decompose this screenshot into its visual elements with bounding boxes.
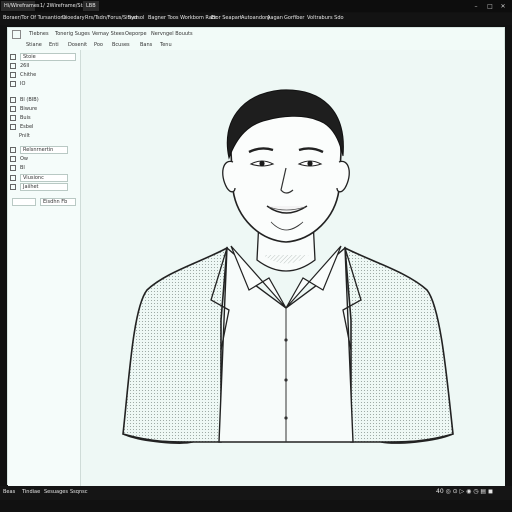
panel-label: Esbel bbox=[20, 123, 34, 130]
ribbon-tab[interactable]: Nervngel Bouuts bbox=[151, 32, 193, 37]
panel-field[interactable]: Eisdhn Fb bbox=[40, 198, 76, 206]
checkbox[interactable] bbox=[10, 97, 16, 103]
menu-item[interactable]: Elor Seapart bbox=[211, 16, 242, 21]
checkbox[interactable] bbox=[10, 81, 16, 87]
checkbox[interactable] bbox=[10, 124, 16, 130]
panel-label: BI bbox=[20, 164, 25, 171]
ribbon-button[interactable]: Bcuses bbox=[112, 43, 130, 48]
panel-label: IO bbox=[20, 80, 26, 87]
ribbon-button[interactable]: Stiane bbox=[26, 43, 42, 48]
panel-row[interactable]: Stoie bbox=[10, 53, 76, 61]
status-item[interactable]: Beas bbox=[3, 490, 15, 495]
panel-field-empty[interactable] bbox=[12, 198, 36, 206]
panel-row[interactable]: Bl (BIB) bbox=[10, 96, 76, 104]
panel-row[interactable]: Jaiihet bbox=[10, 183, 76, 191]
ribbon-button[interactable]: Poo bbox=[94, 43, 103, 48]
ribbon: Tlebnes Tonerig Suges Vemay Stees Oeporp… bbox=[8, 28, 504, 51]
panel-row[interactable]: Chithe bbox=[10, 71, 76, 79]
panel-row[interactable]: 26II bbox=[10, 62, 76, 70]
menu-item[interactable]: Dioedary bbox=[62, 16, 85, 21]
panel-label: Bl (BIB) bbox=[20, 96, 39, 103]
checkbox[interactable] bbox=[10, 184, 16, 190]
tab-wireframes[interactable]: Hi/Wireframes bbox=[1, 1, 40, 11]
status-tool-icons[interactable]: 40 ◎ ⊙ ▷ ◉ ◷ ▤ ◼ bbox=[436, 489, 493, 495]
panel-field[interactable]: Jaiihet bbox=[20, 183, 68, 191]
panel-label: 26II bbox=[20, 62, 30, 69]
panel-label: Pnilt bbox=[19, 132, 30, 139]
panel-field[interactable]: Viusionc bbox=[20, 174, 68, 182]
status-item[interactable]: Ssqnsc bbox=[70, 490, 87, 495]
status-bar: Beas Tindiae Sesuages Ssqnsc 40 ◎ ⊙ ▷ ◉ … bbox=[0, 486, 512, 500]
drawing-canvas[interactable] bbox=[81, 50, 505, 486]
ribbon-tab[interactable]: Vemay Stees bbox=[92, 32, 124, 37]
panel-label: Biwure bbox=[20, 105, 38, 112]
tab-label: LBB bbox=[86, 2, 96, 9]
checkbox[interactable] bbox=[10, 106, 16, 112]
maximize-button[interactable]: □ bbox=[486, 2, 494, 10]
menu-item[interactable]: Gorfiber bbox=[284, 16, 304, 21]
ribbon-button[interactable]: Enti bbox=[49, 43, 59, 48]
menu-item[interactable]: Autoandory bbox=[241, 16, 270, 21]
checkbox[interactable] bbox=[10, 72, 16, 78]
panel-field[interactable]: Relsnrnertin bbox=[20, 146, 68, 154]
checkbox[interactable] bbox=[10, 54, 16, 60]
ribbon-button[interactable]: Bans bbox=[140, 43, 152, 48]
checkbox[interactable] bbox=[10, 63, 16, 69]
panel-bottom-row[interactable]: Eisdhn Fb bbox=[12, 198, 78, 206]
ribbon-button[interactable]: Dosenit bbox=[68, 43, 87, 48]
panel-label: Ow bbox=[20, 155, 29, 162]
panel-label: Chithe bbox=[20, 71, 37, 78]
checkbox[interactable] bbox=[10, 147, 16, 153]
panel-label: Buis bbox=[20, 114, 31, 121]
menu-item[interactable]: Bagner Toos Workbom Rabr bbox=[148, 16, 217, 21]
panel-row[interactable]: Esbel bbox=[10, 123, 76, 131]
properties-panel: Stoie 26II Chithe IO Bl (BIB) Biwure Bui… bbox=[8, 50, 81, 486]
checkbox[interactable] bbox=[10, 115, 16, 121]
panel-row[interactable]: Pnilt bbox=[10, 132, 76, 140]
ribbon-tab[interactable]: Tonerig Suges bbox=[55, 32, 90, 37]
document-icon[interactable] bbox=[12, 30, 21, 39]
tab-wireframe-staire[interactable]: 1/ 2Wireframe/Staire bbox=[37, 1, 92, 11]
menu-item[interactable]: Aagan bbox=[267, 16, 283, 21]
tab-label: Hi/Wireframes bbox=[4, 2, 40, 9]
title-bar: Hi/Wireframes 1/ 2Wireframe/Staire LBB –… bbox=[0, 0, 512, 12]
panel-row[interactable]: Buis bbox=[10, 114, 76, 122]
menu-item[interactable]: Boraer/Tor Of Tursantions bbox=[3, 16, 66, 21]
panel-row[interactable]: Ow bbox=[10, 155, 76, 163]
app-window: Tlebnes Tonerig Suges Vemay Stees Oeporp… bbox=[7, 27, 505, 486]
tab-lbb[interactable]: LBB bbox=[83, 1, 99, 11]
ribbon-tab[interactable]: Tlebnes bbox=[29, 32, 49, 37]
checkbox[interactable] bbox=[10, 156, 16, 162]
portrait-sketch bbox=[122, 89, 454, 444]
menu-bar: Boraer/Tor Of Tursantions Dioedary Rrs/T… bbox=[0, 13, 512, 25]
menu-item[interactable]: Voltraburs Sdo bbox=[307, 16, 344, 21]
panel-row[interactable]: Biwure bbox=[10, 105, 76, 113]
status-item[interactable]: Sesuages bbox=[44, 490, 68, 495]
menu-item[interactable]: Sydsol bbox=[128, 16, 144, 21]
minimize-button[interactable]: – bbox=[472, 2, 480, 10]
panel-row[interactable]: IO bbox=[10, 80, 76, 88]
panel-row[interactable]: Viusionc bbox=[10, 174, 76, 182]
ribbon-button[interactable]: Tenu bbox=[160, 43, 172, 48]
ribbon-tab[interactable]: Oeporpe bbox=[125, 32, 147, 37]
close-button[interactable]: ✕ bbox=[499, 2, 507, 10]
status-item[interactable]: Tindiae bbox=[22, 490, 40, 495]
panel-field[interactable]: Stoie bbox=[20, 53, 76, 61]
panel-row[interactable]: BI bbox=[10, 164, 76, 172]
checkbox[interactable] bbox=[10, 165, 16, 171]
checkbox[interactable] bbox=[10, 175, 16, 181]
panel-row[interactable]: Relsnrnertin bbox=[10, 146, 76, 154]
